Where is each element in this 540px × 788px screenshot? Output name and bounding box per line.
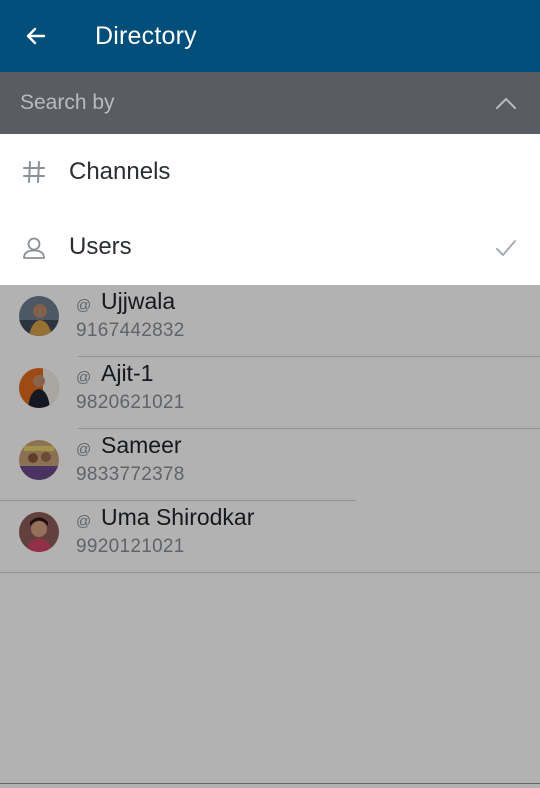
option-label: Users [69,233,132,260]
checkmark-icon [496,240,516,256]
user-icon [20,234,48,262]
search-by-menu: Channels Users [0,134,540,285]
search-by-label: Search by [20,91,115,114]
back-button[interactable] [14,14,58,58]
option-label: Channels [69,158,171,185]
arrow-left-icon [26,27,46,45]
app-bar: Directory [0,0,540,72]
search-by-header[interactable]: Search by [0,72,540,134]
option-channels[interactable]: Channels [0,134,540,209]
hash-icon [20,158,48,186]
page-title: Directory [95,22,197,50]
collapse-button[interactable] [490,87,522,119]
option-users[interactable]: Users [0,210,540,285]
chevron-up-icon [496,97,516,109]
